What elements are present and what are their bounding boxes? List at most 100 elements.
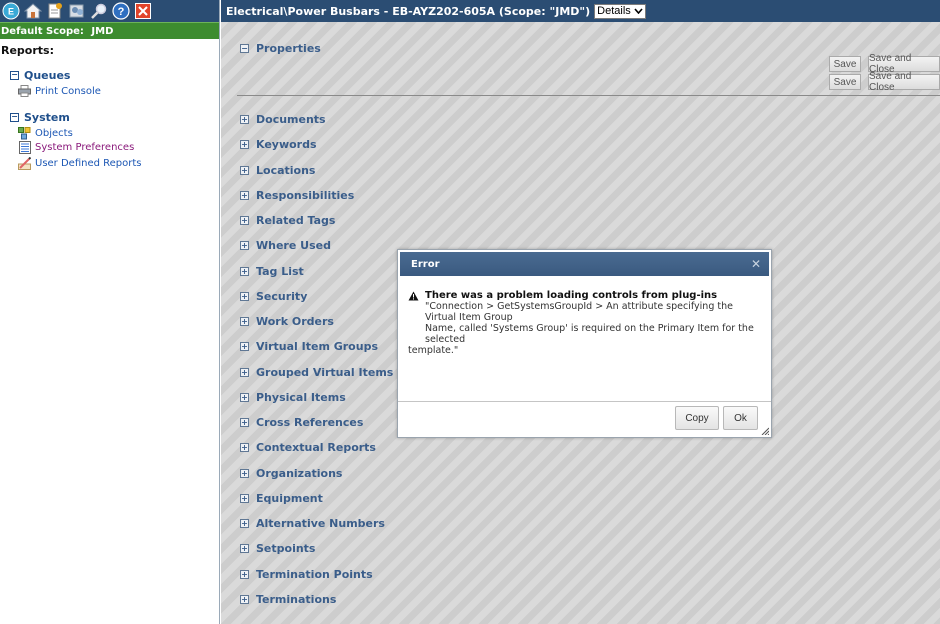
expand-icon[interactable]: +: [240, 519, 249, 528]
view-select[interactable]: Details: [594, 3, 646, 19]
document-icon[interactable]: [45, 1, 65, 21]
section-label: Equipment: [256, 492, 323, 505]
expand-icon[interactable]: +: [240, 469, 249, 478]
expand-icon[interactable]: +: [240, 494, 249, 503]
help-icon[interactable]: ?: [111, 1, 131, 21]
app-logo-icon[interactable]: E: [1, 1, 21, 21]
search-icon[interactable]: [89, 1, 109, 21]
section-organizations[interactable]: + Organizations: [240, 467, 342, 480]
close-icon[interactable]: [133, 1, 153, 21]
section-related-tags[interactable]: + Related Tags: [240, 214, 335, 227]
dialog-header[interactable]: Error ✕: [400, 252, 769, 276]
tree-item-label: User Defined Reports: [35, 157, 142, 169]
save-and-close-button[interactable]: Save and Close: [868, 71, 940, 93]
section-contextual-reports[interactable]: + Contextual Reports: [240, 441, 376, 454]
dialog-title: Error: [411, 258, 440, 270]
tree-item-system-preferences[interactable]: System Preferences: [18, 140, 219, 154]
collapse-icon[interactable]: −: [240, 44, 249, 53]
section-terminations[interactable]: + Terminations: [240, 593, 336, 606]
scope-value: JMD: [91, 26, 114, 37]
expand-icon[interactable]: +: [240, 570, 249, 579]
reports-title: Reports:: [1, 44, 54, 57]
svg-text:E: E: [8, 7, 14, 17]
error-line: Name, called 'Systems Group' is required…: [425, 323, 754, 345]
home-icon[interactable]: [23, 1, 43, 21]
section-setpoints[interactable]: + Setpoints: [240, 542, 315, 555]
section-label: Physical Items: [256, 391, 346, 404]
section-where-used[interactable]: + Where Used: [240, 239, 331, 252]
tree-item-label: System Preferences: [35, 141, 135, 153]
section-properties[interactable]: − Properties: [240, 42, 321, 55]
tree-item-user-defined-reports[interactable]: User Defined Reports: [18, 156, 219, 170]
dialog-body: There was a problem loading controls fro…: [398, 278, 771, 402]
expand-icon[interactable]: +: [240, 292, 249, 301]
save-button[interactable]: Save: [829, 56, 861, 72]
section-equipment[interactable]: + Equipment: [240, 492, 323, 505]
expand-icon[interactable]: +: [240, 544, 249, 553]
section-work-orders[interactable]: + Work Orders: [240, 315, 334, 328]
section-keywords[interactable]: + Keywords: [240, 138, 317, 151]
section-security[interactable]: + Security: [240, 290, 307, 303]
dialog-close-icon[interactable]: ✕: [751, 257, 761, 271]
section-termination-points[interactable]: + Termination Points: [240, 568, 373, 581]
section-label: Cross References: [256, 416, 364, 429]
section-responsibilities[interactable]: + Responsibilities: [240, 189, 354, 202]
section-label: Keywords: [256, 138, 317, 151]
section-tag-list[interactable]: + Tag List: [240, 265, 304, 278]
users-icon[interactable]: [67, 1, 87, 21]
expand-icon[interactable]: +: [240, 595, 249, 604]
section-virtual-item-groups[interactable]: + Virtual Item Groups: [240, 340, 378, 353]
expand-icon[interactable]: +: [240, 418, 249, 427]
ok-button[interactable]: Ok: [723, 406, 758, 430]
expand-icon[interactable]: +: [240, 368, 249, 377]
expand-icon[interactable]: +: [240, 166, 249, 175]
sidebar: E ? Default Scope: JMD Reports: − Queues: [0, 0, 220, 624]
section-label: Grouped Virtual Items: [256, 366, 394, 379]
collapse-icon[interactable]: −: [10, 112, 19, 122]
resize-grip-icon[interactable]: [761, 427, 769, 435]
save-and-close-button[interactable]: Save and Close: [868, 53, 940, 75]
section-label: Locations: [256, 164, 316, 177]
expand-icon[interactable]: +: [240, 241, 249, 250]
tree-item-print-console[interactable]: Print Console: [18, 84, 219, 98]
preferences-icon: [18, 140, 31, 154]
error-line: "Connection > GetSystemsGroupId > An att…: [425, 301, 733, 323]
save-button[interactable]: Save: [829, 74, 861, 90]
page-title: Electrical\Power Busbars - EB-AYZ202-605…: [226, 4, 591, 18]
section-alternative-numbers[interactable]: + Alternative Numbers: [240, 517, 385, 530]
section-label: Security: [256, 290, 308, 303]
expand-icon[interactable]: +: [240, 317, 249, 326]
svg-text:?: ?: [118, 6, 125, 18]
expand-icon[interactable]: +: [240, 140, 249, 149]
section-label: Contextual Reports: [256, 441, 376, 454]
expand-icon[interactable]: +: [240, 267, 249, 276]
expand-icon[interactable]: +: [240, 443, 249, 452]
section-label: Setpoints: [256, 542, 316, 555]
expand-icon[interactable]: +: [240, 342, 249, 351]
section-label: Termination Points: [256, 568, 373, 581]
expand-icon[interactable]: +: [240, 191, 249, 200]
section-documents[interactable]: + Documents: [240, 113, 326, 126]
error-line: template.": [408, 345, 459, 356]
section-physical-items[interactable]: + Physical Items: [240, 391, 346, 404]
section-grouped-virtual-items[interactable]: + Grouped Virtual Items: [240, 366, 393, 379]
sidebar-toolbar: E ?: [0, 0, 219, 22]
expand-icon[interactable]: +: [240, 216, 249, 225]
scope-bar: Default Scope: JMD: [0, 22, 219, 39]
tree-item-label: Print Console: [35, 85, 101, 97]
tree-header-queues[interactable]: − Queues: [10, 68, 219, 82]
section-label: Related Tags: [256, 214, 336, 227]
expand-icon[interactable]: +: [240, 393, 249, 402]
section-cross-references[interactable]: + Cross References: [240, 416, 363, 429]
tree-item-label: Objects: [35, 127, 73, 139]
collapse-icon[interactable]: −: [10, 70, 19, 80]
tree-header-system[interactable]: − System: [10, 110, 219, 124]
section-label: Terminations: [256, 593, 337, 606]
expand-icon[interactable]: +: [240, 115, 249, 124]
main-title-bar: Electrical\Power Busbars - EB-AYZ202-605…: [221, 0, 940, 22]
scope-label: Default Scope:: [1, 26, 84, 37]
copy-button[interactable]: Copy: [675, 406, 719, 430]
section-locations[interactable]: + Locations: [240, 164, 315, 177]
error-message-text: "Connection > GetSystemsGroupId > An att…: [408, 301, 761, 356]
tree-item-objects[interactable]: Objects: [18, 126, 219, 140]
